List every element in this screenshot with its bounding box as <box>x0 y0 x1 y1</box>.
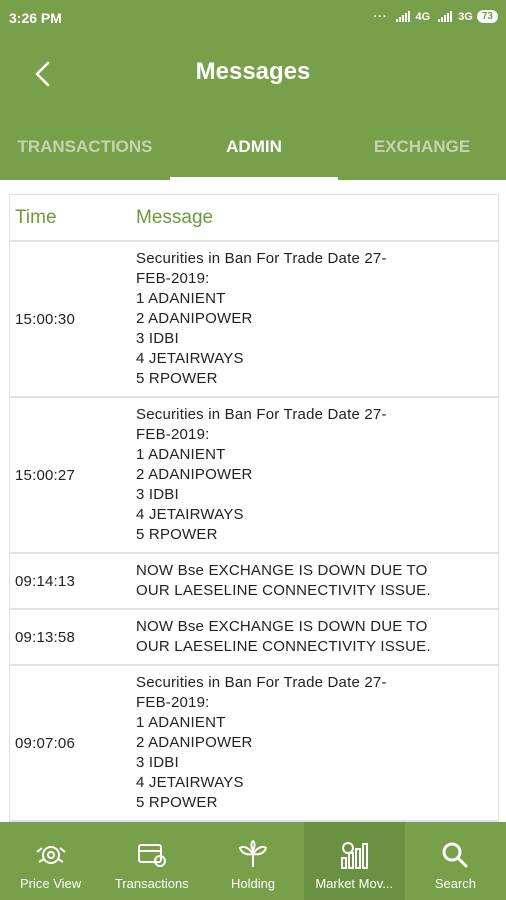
market-movers-icon <box>337 838 371 872</box>
nav-label: Search <box>434 876 477 891</box>
table-row[interactable]: 15:00:27 Securities in Ban For Trade Dat… <box>10 398 498 554</box>
page-title: Messages <box>195 58 311 85</box>
nav-search[interactable]: Search <box>405 822 506 900</box>
nav-market-movers[interactable]: Market Mov... <box>303 822 405 900</box>
status-bar: 3:26 PM ··· 4G 3G 73 <box>0 0 506 34</box>
nav-price-view[interactable]: Price View <box>0 822 101 900</box>
notification-dots-icon: ··· <box>373 10 388 23</box>
table-row[interactable]: 09:07:06 Securities in Ban For Trade Dat… <box>10 666 498 822</box>
messages-table[interactable]: Time Message 15:00:30 Securities in Ban … <box>9 194 499 822</box>
nav-holding[interactable]: Holding <box>202 822 303 900</box>
status-indicators: ··· 4G 3G 73 <box>373 10 498 23</box>
row-time: 09:07:06 <box>15 734 75 752</box>
row-message: Securities in Ban For Trade Date 27- FEB… <box>136 250 387 387</box>
status-time: 3:26 PM <box>9 10 62 26</box>
row-time: 09:14:13 <box>15 572 75 590</box>
app-header: 3:26 PM ··· 4G 3G 73 Messages TRANSACTIO… <box>0 0 506 180</box>
row-message: Securities in Ban For Trade Date 27- FEB… <box>136 674 387 811</box>
row-time: 15:00:30 <box>15 310 75 328</box>
search-icon <box>438 838 472 872</box>
price-view-icon <box>34 838 68 872</box>
table-row[interactable]: 09:13:58 NOW Bse EXCHANGE IS DOWN DUE TO… <box>10 610 498 666</box>
nav-label: Price View <box>20 876 82 891</box>
column-header-message: Message <box>136 206 214 228</box>
network-type-1: 4G <box>415 10 431 23</box>
tab-admin[interactable]: ADMIN <box>170 126 338 180</box>
tab-transactions[interactable]: TRANSACTIONS <box>0 126 170 180</box>
signal-icon <box>395 11 410 22</box>
holding-icon <box>236 838 270 872</box>
table-header: Time Message <box>10 194 498 242</box>
table-row[interactable]: 15:00:30 Securities in Ban For Trade Dat… <box>10 242 498 398</box>
row-message: NOW Bse EXCHANGE IS DOWN DUE TO OUR LAES… <box>136 618 431 655</box>
nav-label: Transactions <box>114 876 189 891</box>
nav-label: Holding <box>230 876 276 891</box>
nav-transactions[interactable]: Transactions <box>101 822 202 900</box>
row-time: 09:13:58 <box>15 628 75 646</box>
tab-bar: TRANSACTIONS ADMIN EXCHANGE <box>0 126 506 180</box>
row-message: NOW Bse EXCHANGE IS DOWN DUE TO OUR LAES… <box>136 562 431 599</box>
transactions-icon <box>135 838 169 872</box>
row-message: Securities in Ban For Trade Date 27- FEB… <box>136 406 387 543</box>
signal-icon-2 <box>438 11 453 22</box>
network-type-2: 3G <box>458 10 473 23</box>
nav-label: Market Mov... <box>315 876 394 891</box>
battery-icon: 73 <box>476 10 498 23</box>
bottom-navigation: Price View Transactions Holding Market M… <box>0 822 506 900</box>
active-tab-indicator <box>170 177 338 180</box>
row-time: 15:00:27 <box>15 466 75 484</box>
tab-exchange[interactable]: EXCHANGE <box>338 126 506 180</box>
column-header-time: Time <box>15 206 57 228</box>
table-row[interactable]: 09:14:13 NOW Bse EXCHANGE IS DOWN DUE TO… <box>10 554 498 610</box>
